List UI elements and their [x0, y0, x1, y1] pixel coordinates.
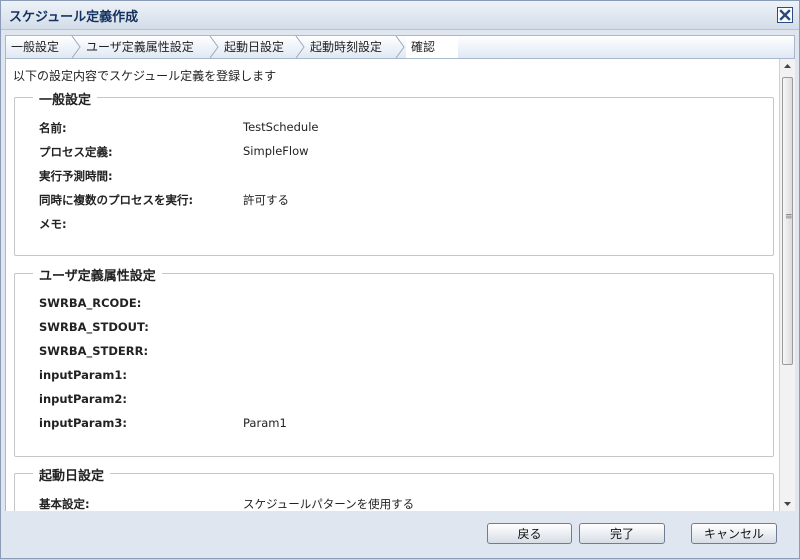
step-separator-icon [71, 36, 81, 58]
cancel-button[interactable]: キャンセル [691, 523, 777, 544]
section-title: 一般設定 [33, 89, 98, 108]
close-icon [779, 9, 791, 21]
field-label: inputParam2: [39, 392, 127, 406]
step-user-attrs[interactable]: ユーザ定義属性設定 [86, 36, 194, 58]
field-value: Param1 [243, 416, 287, 430]
field-label: SWRBA_STDOUT: [39, 320, 149, 334]
section-title: ユーザ定義属性設定 [33, 265, 162, 284]
field-label: 実行予測時間: [39, 169, 113, 183]
general-settings-group: 一般設定 名前: TestSchedule プロセス定義: SimpleFlow… [14, 89, 774, 256]
field-label: inputParam1: [39, 368, 127, 382]
scroll-down-icon[interactable] [780, 497, 795, 511]
step-separator-icon [209, 36, 219, 58]
step-separator-icon [295, 36, 305, 58]
finish-button[interactable]: 完了 [579, 523, 665, 544]
intro-text: 以下の設定内容でスケジュール定義を登録します [13, 69, 277, 83]
schedule-dialog: スケジュール定義作成 一般設定 ユーザ定義属性設定 起動日設定 起動時刻設定 確… [0, 0, 800, 559]
step-separator-icon [395, 36, 405, 58]
step-start-time[interactable]: 起動時刻設定 [310, 36, 382, 58]
button-bar: 戻る 完了 キャンセル [1, 511, 799, 558]
dialog-title: スケジュール定義作成 [9, 10, 139, 25]
back-button[interactable]: 戻る [487, 523, 572, 544]
content-area: 以下の設定内容でスケジュール定義を登録します 一般設定 名前: TestSche… [5, 59, 780, 511]
vertical-scrollbar[interactable]: ≡ [779, 59, 795, 511]
field-label: 名前: [39, 121, 67, 135]
field-label: 基本設定: [39, 497, 90, 511]
step-start-date[interactable]: 起動日設定 [224, 36, 284, 58]
scroll-thumb[interactable]: ≡ [782, 77, 793, 365]
scroll-up-icon[interactable] [780, 59, 795, 73]
field-label: SWRBA_STDERR: [39, 344, 149, 358]
start-date-group: 起動日設定 基本設定: スケジュールパターンを使用する [14, 465, 774, 511]
field-value: スケジュールパターンを使用する [243, 497, 415, 511]
field-label: SWRBA_RCODE: [39, 296, 142, 310]
step-confirm[interactable]: 確認 [406, 36, 458, 58]
user-attrs-group: ユーザ定義属性設定 SWRBA_RCODE: SWRBA_STDOUT: SWR… [14, 265, 774, 457]
field-label: プロセス定義: [39, 145, 113, 159]
grip-icon: ≡ [785, 212, 793, 222]
field-value: SimpleFlow [243, 144, 309, 158]
field-label: 同時に複数のプロセスを実行: [39, 193, 194, 207]
step-general[interactable]: 一般設定 [11, 36, 59, 58]
field-label: inputParam3: [39, 416, 127, 430]
field-label: メモ: [39, 217, 67, 231]
title-bar: スケジュール定義作成 [1, 1, 799, 30]
section-title: 起動日設定 [33, 465, 111, 484]
field-value: TestSchedule [243, 120, 319, 134]
wizard-steps: 一般設定 ユーザ定義属性設定 起動日設定 起動時刻設定 確認 [5, 35, 795, 59]
close-button[interactable] [777, 7, 793, 23]
field-value: 許可する [243, 193, 289, 207]
